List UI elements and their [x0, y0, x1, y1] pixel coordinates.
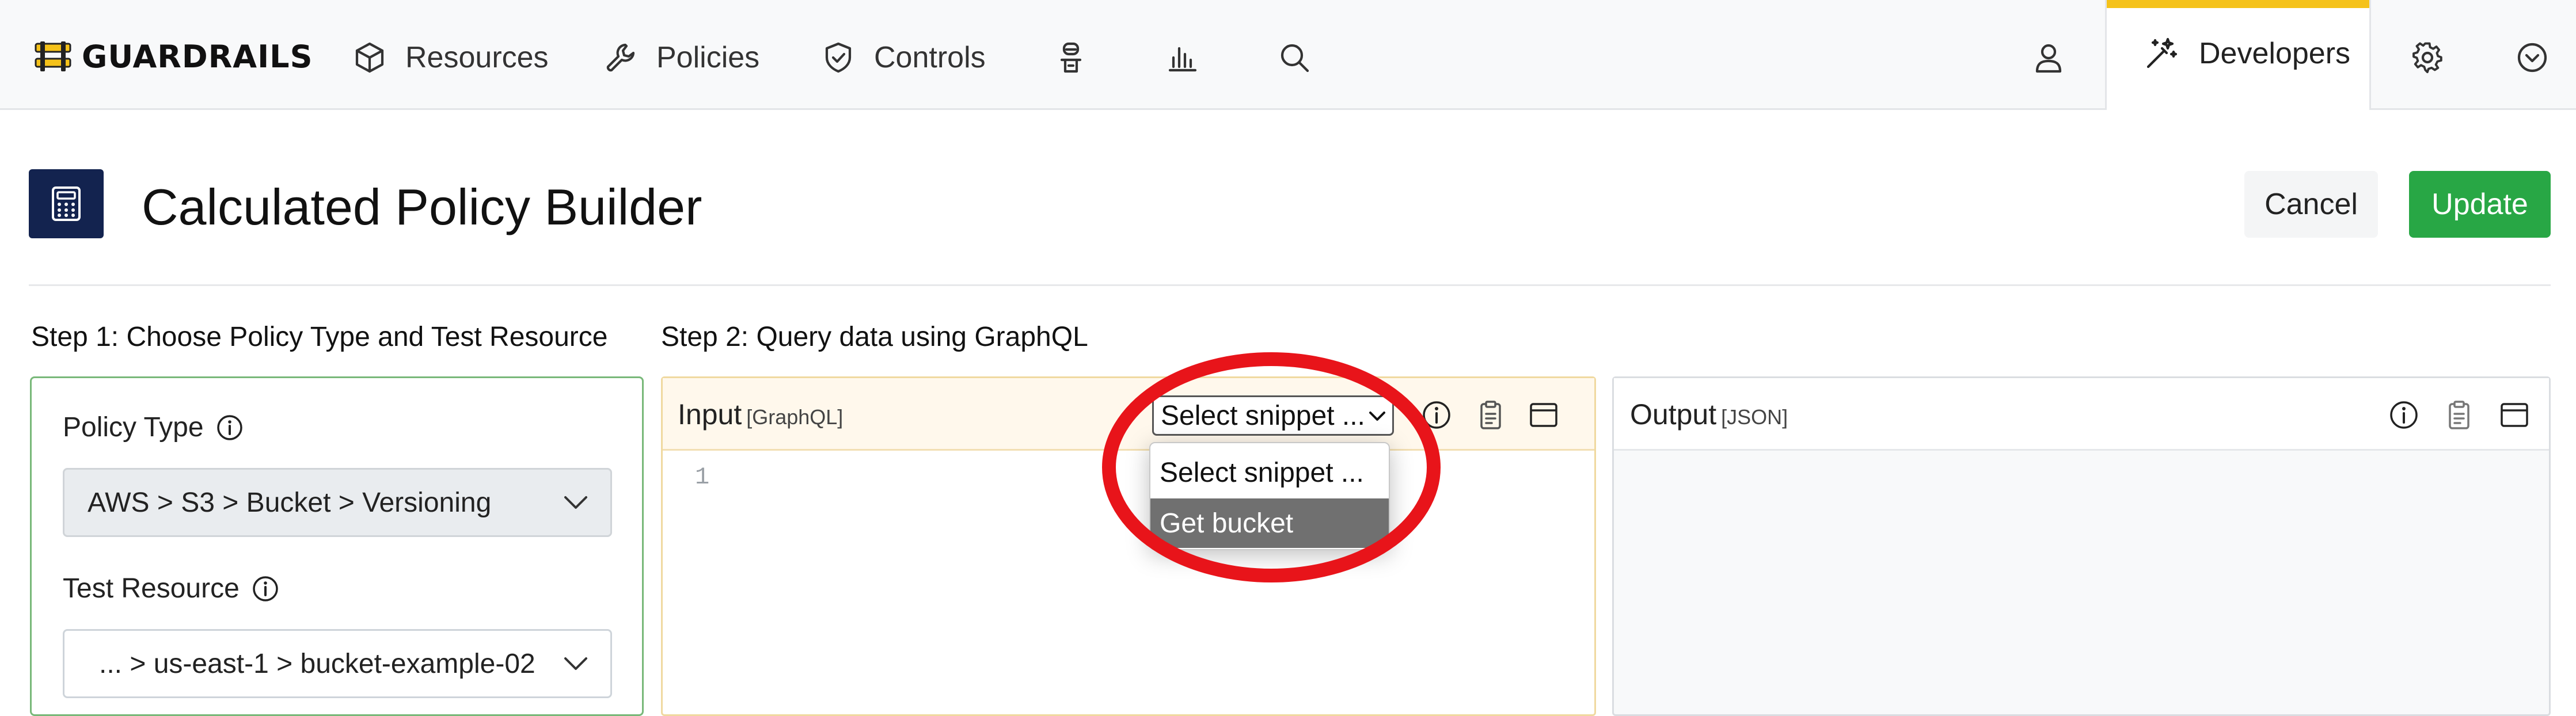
output-panel-header: Output [JSON]	[1614, 378, 2549, 451]
wrench-icon	[606, 43, 635, 72]
bar-chart-icon	[1168, 47, 1197, 72]
output-subtitle: [JSON]	[1721, 405, 1788, 429]
brand-name: GUARDRAILS	[82, 38, 313, 75]
input-title-text: Input	[678, 398, 742, 431]
cancel-button[interactable]: Cancel	[2244, 171, 2378, 238]
nav-controls-label: Controls	[874, 41, 986, 74]
nav-developers-label: Developers	[2199, 37, 2351, 70]
top-navigation: GUARDRAILS Resources Policies Controls D…	[0, 0, 2576, 110]
brand-logo[interactable]: GUARDRAILS	[35, 33, 313, 79]
policy-type-label-text: Policy Type	[63, 412, 204, 443]
info-icon[interactable]	[215, 413, 244, 442]
annotation-circle	[1102, 352, 1441, 582]
nav-resources[interactable]: Resources	[352, 35, 549, 81]
info-icon[interactable]	[2388, 399, 2420, 431]
nav-controls[interactable]: Controls	[821, 35, 986, 81]
nav-menu[interactable]	[2515, 40, 2550, 75]
nav-policies-label: Policies	[656, 41, 760, 74]
chevron-down-icon	[564, 496, 587, 509]
input-title: Input [GraphQL]	[678, 398, 843, 431]
magic-wand-icon	[2146, 37, 2178, 68]
page-icon	[29, 169, 104, 238]
nav-reports[interactable]	[1165, 40, 1200, 75]
nav-agents[interactable]	[1054, 40, 1088, 75]
info-icon[interactable]	[251, 574, 280, 603]
output-title-text: Output	[1630, 398, 1717, 431]
expand-panel-icon[interactable]	[1528, 399, 1560, 431]
policy-type-label: Policy Type	[63, 412, 244, 443]
step1-heading: Step 1: Choose Policy Type and Test Reso…	[31, 322, 608, 352]
test-resource-select[interactable]: ... > us-east-1 > bucket-example-02	[63, 629, 612, 698]
calculator-icon	[52, 186, 81, 221]
policy-type-value: AWS > S3 > Bucket > Versioning	[88, 487, 492, 518]
test-resource-label-text: Test Resource	[63, 573, 240, 604]
nav-search[interactable]	[1277, 40, 1312, 75]
agent-icon	[1060, 42, 1082, 73]
editor-line-number: 1	[695, 463, 710, 491]
policy-type-panel: Policy Type AWS > S3 > Bucket > Versioni…	[30, 376, 644, 716]
guardrails-logo-icon	[35, 41, 71, 71]
nav-developers-tab[interactable]: Developers	[2105, 0, 2371, 110]
chevron-down-circle-icon	[2517, 43, 2547, 73]
nav-resources-label: Resources	[405, 41, 549, 74]
output-title: Output [JSON]	[1630, 398, 1788, 431]
nav-policies[interactable]: Policies	[603, 35, 759, 81]
clipboard-icon[interactable]	[2443, 399, 2475, 431]
step2-heading: Step 2: Query data using GraphQL	[661, 322, 1088, 352]
test-resource-label: Test Resource	[63, 573, 280, 604]
clipboard-icon[interactable]	[1475, 399, 1507, 431]
header-divider	[29, 284, 2551, 286]
json-output-panel: Output [JSON]	[1612, 376, 2551, 716]
nav-settings[interactable]	[2410, 40, 2445, 75]
gear-icon	[2412, 42, 2442, 74]
test-resource-value: ... > us-east-1 > bucket-example-02	[99, 648, 535, 679]
search-icon	[1281, 44, 1309, 73]
user-icon	[2035, 44, 2062, 73]
policy-type-select[interactable]: AWS > S3 > Bucket > Versioning	[63, 468, 612, 537]
cube-icon	[355, 42, 384, 73]
active-tab-indicator	[2107, 0, 2369, 8]
input-subtitle: [GraphQL]	[746, 405, 844, 429]
nav-user[interactable]	[2031, 40, 2066, 75]
shield-check-icon	[825, 42, 852, 73]
expand-panel-icon[interactable]	[2498, 399, 2531, 431]
chevron-down-icon	[564, 657, 587, 670]
update-button[interactable]: Update	[2409, 171, 2551, 238]
page-title: Calculated Policy Builder	[142, 178, 702, 235]
